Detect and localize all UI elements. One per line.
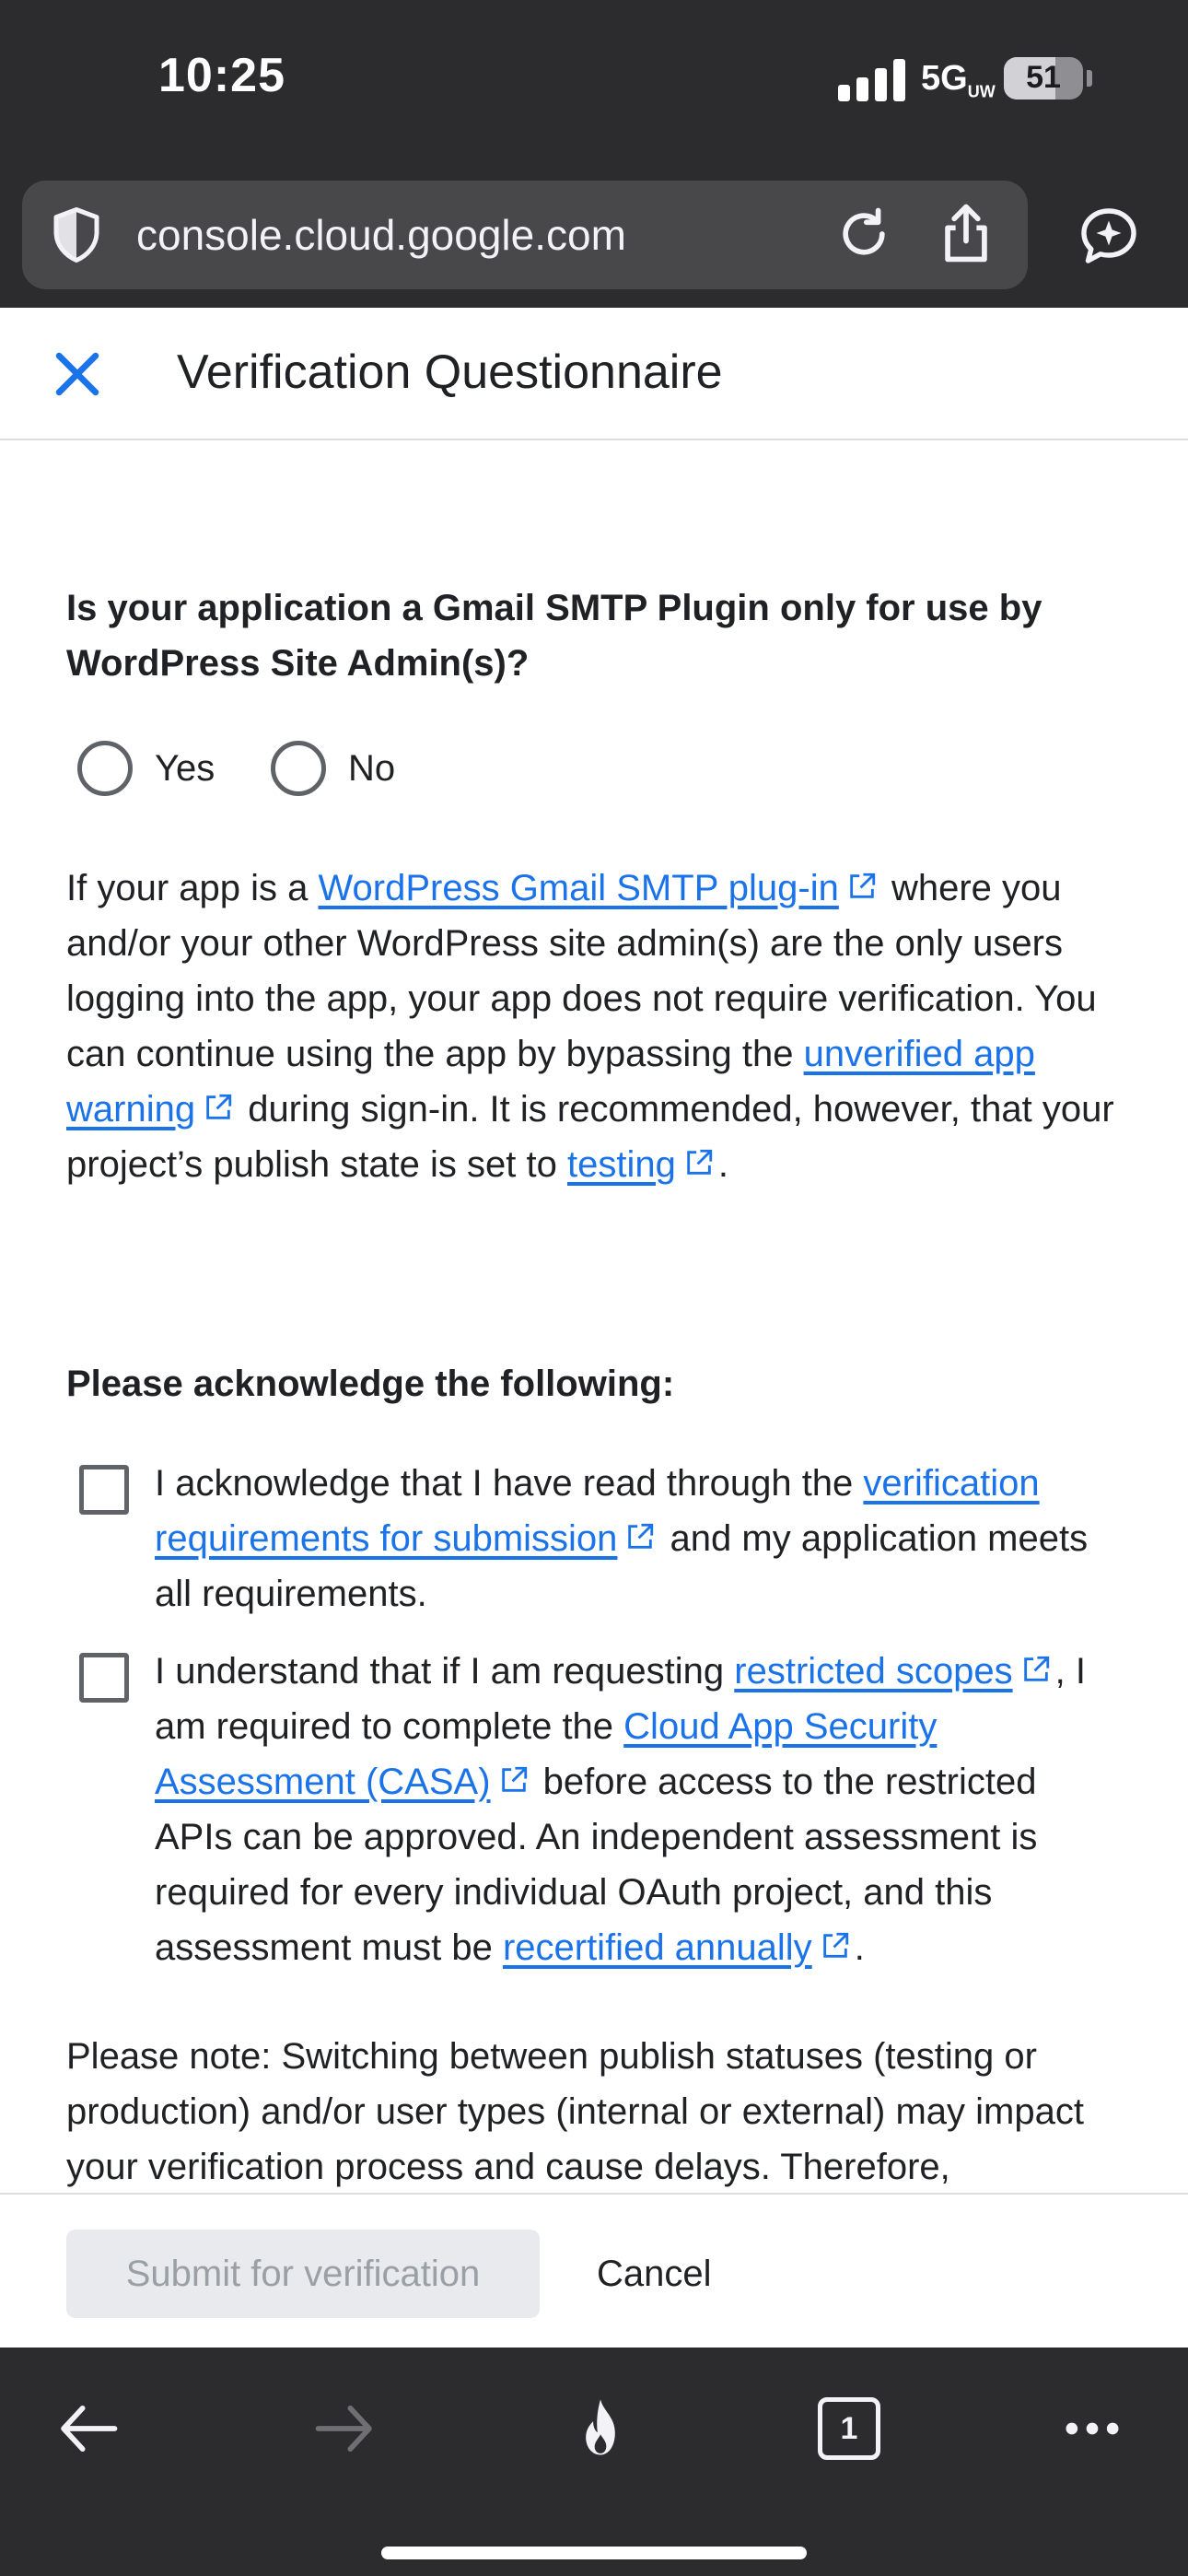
signal-strength-icon <box>838 57 912 101</box>
questionnaire-content[interactable]: Is your application a Gmail SMTP Plugin … <box>0 442 1188 2193</box>
checkbox-requirements[interactable] <box>79 1465 129 1515</box>
submit-for-verification-button[interactable]: Submit for verification <box>66 2230 540 2318</box>
external-link-icon <box>822 1932 848 1958</box>
publish-status-note: Please note: Switching between publish s… <box>66 2036 1084 2187</box>
battery-level: 51 <box>1026 60 1061 95</box>
radio-button-no[interactable] <box>271 741 326 796</box>
external-link-icon <box>850 872 876 898</box>
tab-switcher-button[interactable]: 1 <box>818 2397 880 2460</box>
wordpress-smtp-link[interactable]: WordPress Gmail SMTP plug-in <box>318 868 838 908</box>
checkbox-requirements-label[interactable]: I acknowledge that I have read through t… <box>155 1456 1122 1622</box>
close-icon[interactable] <box>46 343 109 405</box>
network-indicator: 5GUW <box>921 59 996 101</box>
browser-toolbar: 1 <box>0 2348 1188 2576</box>
checkbox-restricted-scopes-label[interactable]: I understand that if I am requesting res… <box>155 1644 1122 1975</box>
reload-icon[interactable] <box>833 203 895 265</box>
testing-link[interactable]: testing <box>567 1144 676 1185</box>
flame-icon[interactable] <box>565 2394 635 2464</box>
battery-nub <box>1087 70 1092 87</box>
acknowledge-heading: Please acknowledge the following: <box>66 1364 675 1404</box>
restricted-scopes-link[interactable]: restricted scopes <box>734 1651 1012 1692</box>
radio-label-no[interactable]: No <box>348 748 395 790</box>
status-time: 10:25 <box>158 49 285 102</box>
forward-arrow-icon[interactable] <box>309 2394 379 2464</box>
external-link-icon <box>1023 1656 1049 1681</box>
checkbox-restricted-scopes[interactable] <box>79 1653 129 1703</box>
radio-label-yes[interactable]: Yes <box>155 748 215 790</box>
browser-chrome: 10:25 5GUW 51 console.cloud.google.com <box>0 0 1188 308</box>
question-text: Is your application a Gmail SMTP Plugin … <box>66 588 1042 684</box>
cancel-button[interactable]: Cancel <box>586 2230 723 2318</box>
home-indicator <box>381 2547 807 2559</box>
dialog-header: Verification Questionnaire <box>0 308 1188 440</box>
external-link-icon <box>628 1523 654 1549</box>
action-bar: Submit for verification Cancel <box>0 2193 1188 2348</box>
radio-option-yes[interactable]: Yes <box>77 739 215 798</box>
ai-assistant-icon[interactable] <box>1076 203 1142 269</box>
more-menu-icon[interactable] <box>1057 2394 1127 2464</box>
radio-option-no[interactable]: No <box>271 739 395 798</box>
radio-button-yes[interactable] <box>77 741 133 796</box>
battery-icon: 51 <box>1004 57 1083 100</box>
info-paragraph: If your app is a WordPress Gmail SMTP pl… <box>66 868 1114 1185</box>
external-link-icon <box>687 1149 713 1175</box>
recertified-annually-link[interactable]: recertified annually <box>503 1927 812 1968</box>
external-link-icon <box>501 1766 527 1792</box>
share-icon[interactable] <box>934 199 998 267</box>
back-arrow-icon[interactable] <box>53 2394 123 2464</box>
url-text[interactable]: console.cloud.google.com <box>136 210 626 260</box>
address-bar[interactable]: console.cloud.google.com <box>22 181 1028 289</box>
shield-icon[interactable] <box>46 205 107 265</box>
page-title: Verification Questionnaire <box>177 345 723 399</box>
external-link-icon <box>206 1094 232 1119</box>
